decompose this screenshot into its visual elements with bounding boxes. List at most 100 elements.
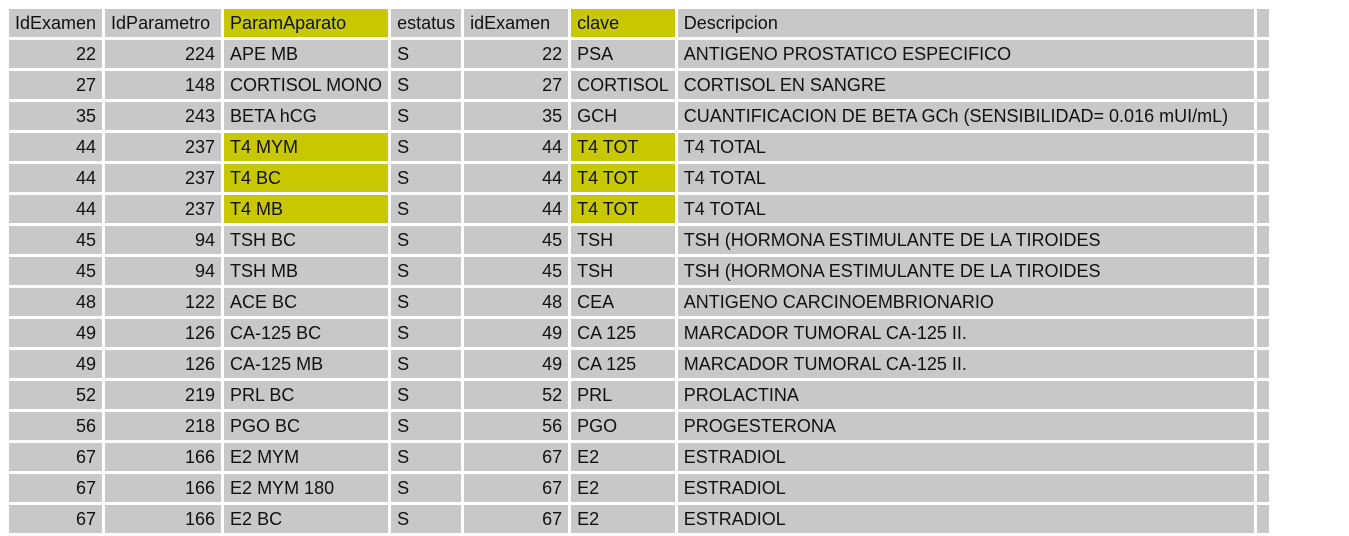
- header-clave[interactable]: clave: [571, 9, 675, 37]
- cell-paramaparato[interactable]: ACE BC: [224, 288, 389, 316]
- cell-paramaparato[interactable]: PGO BC: [224, 412, 389, 440]
- cell-idexamen[interactable]: 67: [9, 505, 103, 533]
- cell-paramaparato[interactable]: CA-125 MB: [224, 350, 389, 378]
- cell-estatus[interactable]: S: [391, 226, 462, 254]
- cell-estatus[interactable]: S: [391, 71, 462, 99]
- cell-paramaparato[interactable]: E2 MYM 180: [224, 474, 389, 502]
- cell-idparametro[interactable]: 94: [105, 257, 222, 285]
- cell-paramaparato[interactable]: TSH BC: [224, 226, 389, 254]
- cell-descripcion[interactable]: ESTRADIOL: [677, 474, 1254, 502]
- cell-idexamen-2[interactable]: 67: [464, 474, 569, 502]
- cell-idparametro[interactable]: 166: [105, 443, 222, 471]
- cell-descripcion[interactable]: CUANTIFICACION DE BETA GCh (SENSIBILIDAD…: [677, 102, 1254, 130]
- cell-clave[interactable]: E2: [571, 474, 675, 502]
- cell-idparametro[interactable]: 94: [105, 226, 222, 254]
- cell-descripcion[interactable]: TSH (HORMONA ESTIMULANTE DE LA TIROIDES: [677, 257, 1254, 285]
- cell-clave[interactable]: CA 125: [571, 350, 675, 378]
- header-idexamen-2[interactable]: idExamen: [464, 9, 569, 37]
- cell-clave[interactable]: T4 TOT: [571, 133, 675, 161]
- cell-idexamen[interactable]: 35: [9, 102, 103, 130]
- cell-idexamen[interactable]: 27: [9, 71, 103, 99]
- cell-idexamen-2[interactable]: 45: [464, 226, 569, 254]
- cell-descripcion[interactable]: T4 TOTAL: [677, 133, 1254, 161]
- cell-descripcion[interactable]: ANTIGENO PROSTATICO ESPECIFICO: [677, 40, 1254, 68]
- cell-descripcion[interactable]: TSH (HORMONA ESTIMULANTE DE LA TIROIDES: [677, 226, 1254, 254]
- cell-clave[interactable]: PRL: [571, 381, 675, 409]
- cell-idparametro[interactable]: 219: [105, 381, 222, 409]
- cell-idparametro[interactable]: 126: [105, 350, 222, 378]
- header-idparametro[interactable]: IdParametro: [105, 9, 222, 37]
- cell-estatus[interactable]: S: [391, 164, 462, 192]
- cell-paramaparato[interactable]: T4 MB: [224, 195, 389, 223]
- cell-clave[interactable]: CORTISOL: [571, 71, 675, 99]
- cell-paramaparato[interactable]: BETA hCG: [224, 102, 389, 130]
- cell-clave[interactable]: TSH: [571, 226, 675, 254]
- cell-clave[interactable]: TSH: [571, 257, 675, 285]
- cell-paramaparato[interactable]: CA-125 BC: [224, 319, 389, 347]
- cell-idexamen-2[interactable]: 44: [464, 133, 569, 161]
- cell-idexamen[interactable]: 56: [9, 412, 103, 440]
- cell-idexamen-2[interactable]: 45: [464, 257, 569, 285]
- cell-paramaparato[interactable]: TSH MB: [224, 257, 389, 285]
- header-descripcion[interactable]: Descripcion: [677, 9, 1254, 37]
- cell-clave[interactable]: E2: [571, 443, 675, 471]
- cell-descripcion[interactable]: ESTRADIOL: [677, 443, 1254, 471]
- cell-idexamen-2[interactable]: 49: [464, 350, 569, 378]
- cell-paramaparato[interactable]: PRL BC: [224, 381, 389, 409]
- cell-clave[interactable]: CEA: [571, 288, 675, 316]
- cell-descripcion[interactable]: T4 TOTAL: [677, 164, 1254, 192]
- cell-idexamen-2[interactable]: 27: [464, 71, 569, 99]
- cell-idexamen-2[interactable]: 52: [464, 381, 569, 409]
- cell-idexamen-2[interactable]: 44: [464, 195, 569, 223]
- cell-idparametro[interactable]: 237: [105, 195, 222, 223]
- cell-idexamen[interactable]: 48: [9, 288, 103, 316]
- cell-idparametro[interactable]: 224: [105, 40, 222, 68]
- cell-paramaparato[interactable]: E2 BC: [224, 505, 389, 533]
- cell-idexamen[interactable]: 52: [9, 381, 103, 409]
- cell-estatus[interactable]: S: [391, 381, 462, 409]
- cell-idexamen[interactable]: 67: [9, 443, 103, 471]
- cell-idexamen-2[interactable]: 67: [464, 443, 569, 471]
- cell-descripcion[interactable]: ANTIGENO CARCINOEMBRIONARIO: [677, 288, 1254, 316]
- cell-idparametro[interactable]: 237: [105, 164, 222, 192]
- cell-estatus[interactable]: S: [391, 40, 462, 68]
- cell-idparametro[interactable]: 218: [105, 412, 222, 440]
- cell-paramaparato[interactable]: T4 MYM: [224, 133, 389, 161]
- cell-estatus[interactable]: S: [391, 505, 462, 533]
- cell-estatus[interactable]: S: [391, 102, 462, 130]
- cell-clave[interactable]: GCH: [571, 102, 675, 130]
- cell-estatus[interactable]: S: [391, 443, 462, 471]
- cell-descripcion[interactable]: CORTISOL EN SANGRE: [677, 71, 1254, 99]
- cell-descripcion[interactable]: MARCADOR TUMORAL CA-125 II.: [677, 319, 1254, 347]
- cell-estatus[interactable]: S: [391, 412, 462, 440]
- cell-idexamen[interactable]: 49: [9, 350, 103, 378]
- cell-estatus[interactable]: S: [391, 288, 462, 316]
- cell-descripcion[interactable]: ESTRADIOL: [677, 505, 1254, 533]
- cell-estatus[interactable]: S: [391, 133, 462, 161]
- cell-idparametro[interactable]: 126: [105, 319, 222, 347]
- cell-idexamen[interactable]: 44: [9, 164, 103, 192]
- cell-idexamen[interactable]: 49: [9, 319, 103, 347]
- header-paramaparato[interactable]: ParamAparato: [224, 9, 389, 37]
- cell-idexamen[interactable]: 44: [9, 133, 103, 161]
- cell-idexamen-2[interactable]: 56: [464, 412, 569, 440]
- cell-clave[interactable]: PSA: [571, 40, 675, 68]
- cell-descripcion[interactable]: PROLACTINA: [677, 381, 1254, 409]
- cell-clave[interactable]: T4 TOT: [571, 164, 675, 192]
- cell-idexamen[interactable]: 45: [9, 226, 103, 254]
- cell-idexamen[interactable]: 45: [9, 257, 103, 285]
- cell-clave[interactable]: T4 TOT: [571, 195, 675, 223]
- cell-estatus[interactable]: S: [391, 350, 462, 378]
- cell-descripcion[interactable]: T4 TOTAL: [677, 195, 1254, 223]
- cell-idparametro[interactable]: 243: [105, 102, 222, 130]
- cell-idexamen[interactable]: 22: [9, 40, 103, 68]
- cell-idexamen-2[interactable]: 22: [464, 40, 569, 68]
- cell-idparametro[interactable]: 237: [105, 133, 222, 161]
- cell-clave[interactable]: E2: [571, 505, 675, 533]
- cell-paramaparato[interactable]: E2 MYM: [224, 443, 389, 471]
- cell-idexamen-2[interactable]: 67: [464, 505, 569, 533]
- cell-clave[interactable]: PGO: [571, 412, 675, 440]
- cell-idexamen[interactable]: 44: [9, 195, 103, 223]
- cell-idparametro[interactable]: 122: [105, 288, 222, 316]
- header-idexamen[interactable]: IdExamen: [9, 9, 103, 37]
